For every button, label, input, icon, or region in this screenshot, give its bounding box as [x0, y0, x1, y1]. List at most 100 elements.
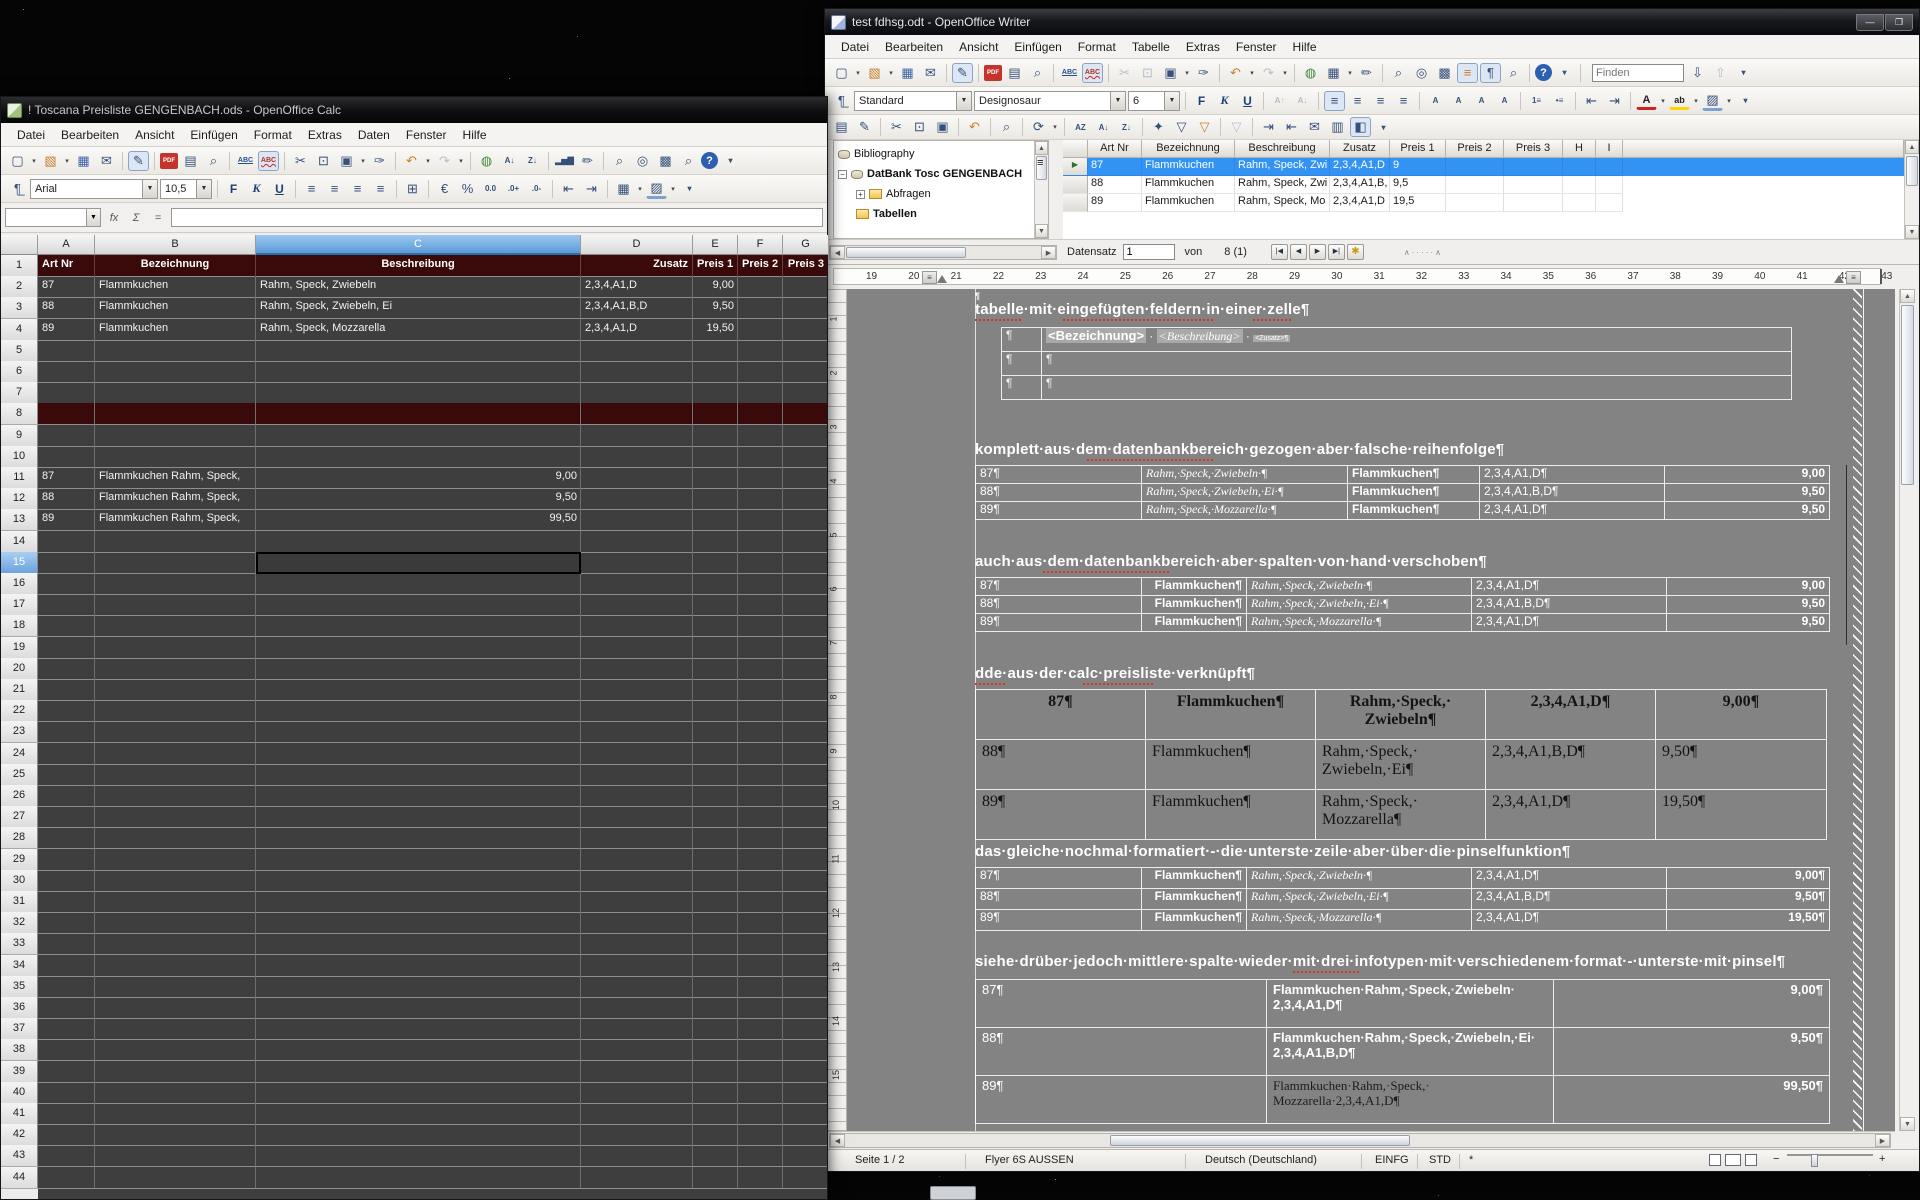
grid-cell[interactable] [783, 319, 827, 341]
grid-cell[interactable] [581, 700, 693, 722]
grid-cell[interactable] [693, 933, 738, 955]
gallery-icon[interactable]: ▩ [655, 151, 676, 171]
grid-cell[interactable] [95, 573, 256, 595]
grid-cell[interactable] [256, 912, 581, 934]
grid-cell[interactable] [738, 658, 783, 680]
align-justified-icon[interactable]: ≡ [1393, 91, 1414, 111]
underline-icon[interactable]: U [269, 179, 290, 199]
ds-cell[interactable]: 2,3,4,A1,D [1330, 158, 1390, 176]
menu-fenster[interactable]: Fenster [398, 125, 455, 145]
ds-cell[interactable] [1504, 176, 1563, 194]
grid-cell[interactable] [783, 297, 827, 319]
grid-cell[interactable] [783, 700, 827, 722]
undo-icon[interactable]: ↶ [1225, 63, 1246, 83]
grid-cell[interactable] [738, 891, 783, 913]
grid-cell[interactable] [95, 1103, 256, 1125]
undo-icon[interactable]: ↶ [964, 117, 985, 137]
ds-column-header[interactable]: Preis 3 [1504, 140, 1563, 158]
document-area[interactable]: 123456789101112131415 ¶ tabelle·mit·eing… [825, 289, 1895, 1131]
dropdown-arrow-icon[interactable]: ▾ [1346, 69, 1354, 77]
save-icon[interactable]: ▦ [897, 63, 918, 83]
data-sources-icon[interactable]: ≡ [1457, 63, 1478, 83]
grid-cell[interactable] [95, 806, 256, 828]
grid-cell[interactable] [581, 658, 693, 680]
row-header-5[interactable]: 5 [1, 340, 38, 362]
grid-cell[interactable] [95, 1039, 256, 1061]
menu-ansicht[interactable]: Ansicht [951, 37, 1006, 57]
grid-cell[interactable] [783, 403, 827, 425]
print-icon[interactable]: ▤ [180, 151, 201, 171]
grid-cell[interactable] [38, 1039, 95, 1061]
function-wizard-icon[interactable]: fx [105, 209, 123, 227]
column-header-c[interactable]: C [256, 235, 581, 255]
grid-cell[interactable] [95, 1145, 256, 1167]
row-header-9[interactable]: 9 [1, 425, 38, 447]
grid-cell[interactable] [693, 1124, 738, 1146]
toolbar-more-icon[interactable]: ▾ [679, 179, 700, 199]
splitter-grip[interactable]: ∧·····∧ [1404, 248, 1443, 257]
font-name-select[interactable]: Arial ▼ [30, 179, 158, 199]
indent-marker[interactable]: ≡ [922, 271, 937, 284]
grid-cell[interactable] [693, 1039, 738, 1061]
grid-cell[interactable] [256, 615, 581, 637]
sort-descending-icon[interactable]: Z↓ [522, 151, 543, 171]
grid-cell[interactable] [256, 764, 581, 786]
row-header-38[interactable]: 38 [1, 1039, 38, 1061]
background-color-icon[interactable]: ▨ [1702, 91, 1723, 111]
status-selection-mode[interactable]: STD [1429, 1154, 1451, 1166]
standard-filter-icon[interactable]: ▽ [1194, 117, 1215, 137]
grid-cell[interactable] [38, 827, 95, 849]
grid-cell[interactable] [38, 1167, 95, 1189]
grid-cell[interactable] [783, 1145, 827, 1167]
grid-cell[interactable] [783, 764, 827, 786]
grid-cell[interactable] [693, 912, 738, 934]
ds-cell[interactable] [1504, 158, 1563, 176]
grid-cell[interactable] [256, 382, 581, 404]
grid-cell[interactable] [738, 1018, 783, 1040]
grid-cell[interactable] [693, 849, 738, 871]
menu-extras[interactable]: Extras [300, 125, 350, 145]
bold-icon[interactable]: F [1191, 91, 1212, 111]
edit-data-icon[interactable]: ✎ [854, 117, 875, 137]
row-header-12[interactable]: 12 [1, 488, 38, 510]
grid-cell[interactable] [581, 467, 693, 489]
zoom-slider-thumb[interactable] [1811, 1154, 1818, 1167]
grid-cell[interactable] [738, 340, 783, 362]
horizontal-ruler[interactable]: L 19202122232425262728293031323334353637… [825, 265, 1895, 289]
ds-cell[interactable] [1596, 158, 1623, 176]
column-header-e[interactable]: E [693, 235, 738, 255]
show-draw-functions-icon[interactable]: ✏ [577, 151, 598, 171]
grid-cell[interactable] [581, 764, 693, 786]
grid-cell[interactable] [693, 1018, 738, 1040]
grid-cell[interactable] [581, 1145, 693, 1167]
grid-cell[interactable] [95, 976, 256, 998]
grid-cell[interactable] [256, 976, 581, 998]
grid-cell[interactable] [783, 955, 827, 977]
grid-cell[interactable] [38, 1061, 95, 1083]
ds-record-row[interactable]: ▶87FlammkuchenRahm, Speck, Zwi2,3,4,A1,D… [1063, 158, 1904, 176]
sort-ascending-icon[interactable]: A↓ [499, 151, 520, 171]
grid-cell[interactable] [38, 552, 95, 574]
row-header-34[interactable]: 34 [1, 955, 38, 977]
row-header-31[interactable]: 31 [1, 891, 38, 913]
grid-cell[interactable] [581, 1167, 693, 1189]
calc-data-row[interactable]: 89Flammkuchen Rahm, Speck, 99,50 [38, 509, 581, 531]
increase-indent-icon[interactable]: ⇥ [581, 179, 602, 199]
tree-item-datbank[interactable]: − DatBank Tosc GENGENBACH [834, 164, 1048, 184]
menu-format[interactable]: Format [1070, 37, 1124, 57]
save-record-icon[interactable]: ▤ [831, 117, 852, 137]
dropdown-arrow-icon[interactable]: ▾ [636, 185, 644, 193]
grid-cell[interactable] [38, 976, 95, 998]
grid-cell[interactable] [581, 446, 693, 468]
find-replace-icon[interactable]: ⌕ [1388, 63, 1409, 83]
grid-cell[interactable] [783, 531, 827, 553]
grid-cell[interactable] [738, 976, 783, 998]
ds-cell[interactable]: Rahm, Speck, Zwi [1235, 176, 1330, 194]
row-header-22[interactable]: 22 [1, 700, 38, 722]
grid-cell[interactable] [256, 1124, 581, 1146]
document-scrollbar[interactable]: ▲▼ [1899, 289, 1915, 1131]
vertical-ruler[interactable]: 123456789101112131415 [827, 289, 847, 1131]
font-name-select[interactable]: Designosaur ▼ [974, 91, 1126, 111]
grid-cell[interactable] [38, 679, 95, 701]
autofilter-wand-icon[interactable]: ✦ [1148, 117, 1169, 137]
